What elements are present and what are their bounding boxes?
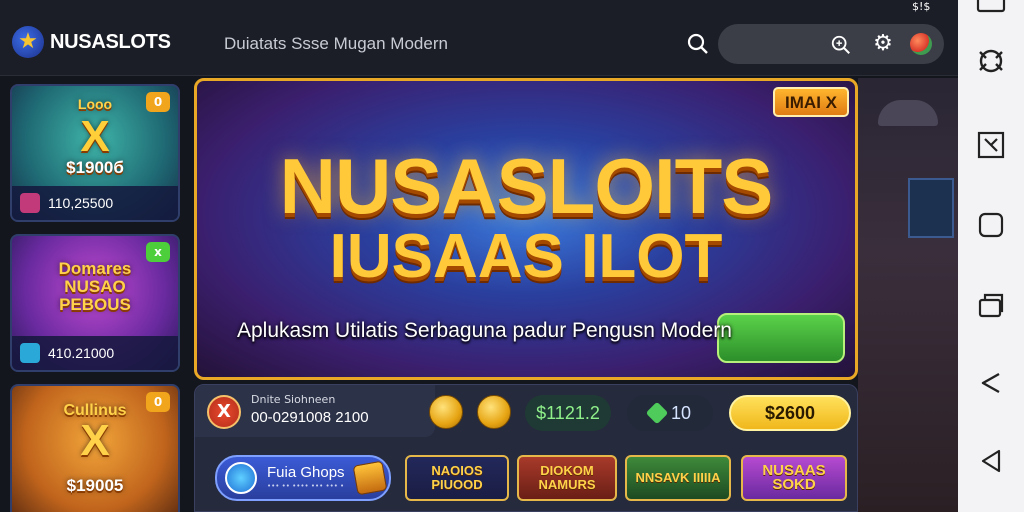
banner-cta-button[interactable] xyxy=(717,313,845,363)
recents-icon[interactable] xyxy=(976,290,1006,320)
game-card-1[interactable]: 0 Looo X $1900б 110,25500 xyxy=(10,84,180,222)
tile-label: DIOKOM NAMURS xyxy=(538,463,596,492)
rotate-icon[interactable] xyxy=(976,46,1006,76)
cash-balance[interactable]: $1121.2 xyxy=(525,395,611,431)
bottom-panel: X Dnite Siohneen 00-0291008 2100 $1121.2… xyxy=(194,384,858,512)
hero-banner[interactable]: IMAI X NUSASLOITS IUSAAS ILOT Aplukasm U… xyxy=(194,78,858,380)
tile-game-3[interactable]: DIOKOM NAMURS xyxy=(517,455,617,501)
close-icon[interactable]: X xyxy=(207,395,241,429)
cash-value: $1121.2 xyxy=(536,402,600,423)
gift-icon xyxy=(20,193,40,213)
gem-icon xyxy=(20,343,40,363)
shrink-window-icon[interactable] xyxy=(976,130,1006,160)
card-amount: 410.21000 xyxy=(48,345,115,361)
user-name: Dnite Siohneen xyxy=(251,393,336,406)
casino-background xyxy=(858,78,958,512)
gold-balance-button[interactable]: $2600 xyxy=(729,395,851,431)
zoom-search-icon[interactable] xyxy=(830,34,852,56)
tile-label: NAOIOS PIUOOD xyxy=(431,463,483,492)
tile-game-4[interactable]: NNSAVK IIIIIA xyxy=(625,455,731,501)
gear-icon[interactable]: ⚙ xyxy=(872,33,894,55)
app-root: ★ NUSASLOTS Duiatats Ssse Mugan Modern ⚙… xyxy=(0,0,1024,512)
chest-icon xyxy=(352,460,388,496)
game-card-2[interactable]: x Domares NUSAO PEBOUS 410.21000 xyxy=(10,234,180,372)
banner-subtitle-big: IUSAAS ILOT xyxy=(329,222,723,291)
gems-value: 10 xyxy=(670,402,692,423)
back-triangle-icon[interactable] xyxy=(976,446,1006,476)
logo-text: NUSASLOTS xyxy=(50,30,171,53)
card-title: Looo xyxy=(77,96,113,112)
banner-caption: Aplukasm Utilatis Serbaguna padur Pengus… xyxy=(237,319,732,342)
search-bar[interactable]: ⚙ xyxy=(718,24,944,64)
max-badge[interactable]: IMAI X xyxy=(773,87,849,117)
card-symbol: X xyxy=(80,416,110,465)
card-title: Domares NUSAO PEBOUS xyxy=(58,259,132,314)
app-logo[interactable]: ★ NUSASLOTS xyxy=(12,26,171,58)
card-footer: 110,25500 xyxy=(12,186,178,220)
shop-icon xyxy=(225,462,257,494)
card-amount: 110,25500 xyxy=(48,195,114,211)
gem-icon xyxy=(645,401,669,425)
status-indicator: $!$ xyxy=(912,0,931,13)
header-tagline: Duiatats Ssse Mugan Modern xyxy=(224,34,448,53)
card-footer: 410.21000 xyxy=(12,336,178,370)
tile-label: Fuia Ghops xyxy=(267,464,345,481)
tile-fuia-shops[interactable]: Fuia Ghops ••• •• •••• ••• ••• • xyxy=(215,455,391,501)
card-symbol: X xyxy=(80,112,110,161)
tile-sublabel: ••• •• •••• ••• ••• • xyxy=(267,482,345,490)
banner-title: NUSASLOITS xyxy=(279,142,774,230)
tile-label: NNSAVK IIIIIA xyxy=(635,470,721,485)
game-card-3[interactable]: 0 Cullinus X $19005 xyxy=(10,384,180,512)
card-price: $1900б xyxy=(66,158,124,177)
card-price: $19005 xyxy=(66,476,124,495)
home-square-icon[interactable] xyxy=(976,210,1006,240)
star-logo-icon: ★ xyxy=(12,26,44,58)
user-info-block: X Dnite Siohneen 00-0291008 2100 xyxy=(195,385,435,437)
screenshot-icon[interactable] xyxy=(976,0,1006,20)
coin-icon[interactable] xyxy=(477,395,511,429)
top-header: ★ NUSASLOTS Duiatats Ssse Mugan Modern ⚙… xyxy=(0,0,958,76)
gems-balance[interactable]: 10 xyxy=(627,395,713,431)
coin-icon[interactable] xyxy=(429,395,463,429)
slot-machine-icon xyxy=(908,178,954,238)
card-badge: x xyxy=(146,242,170,262)
gold-value: $2600 xyxy=(764,402,816,423)
system-nav-rail xyxy=(958,0,1024,512)
user-id: 00-0291008 2100 xyxy=(251,409,369,426)
search-icon[interactable] xyxy=(686,32,710,56)
tile-game-5[interactable]: NUSAAS SOKD xyxy=(741,455,847,501)
back-chevron-icon[interactable] xyxy=(976,368,1006,398)
avatar[interactable] xyxy=(910,33,932,55)
tile-label: NUSAAS SOKD xyxy=(762,462,826,493)
tile-game-2[interactable]: NAOIOS PIUOOD xyxy=(405,455,509,501)
lamp-icon xyxy=(878,100,938,126)
